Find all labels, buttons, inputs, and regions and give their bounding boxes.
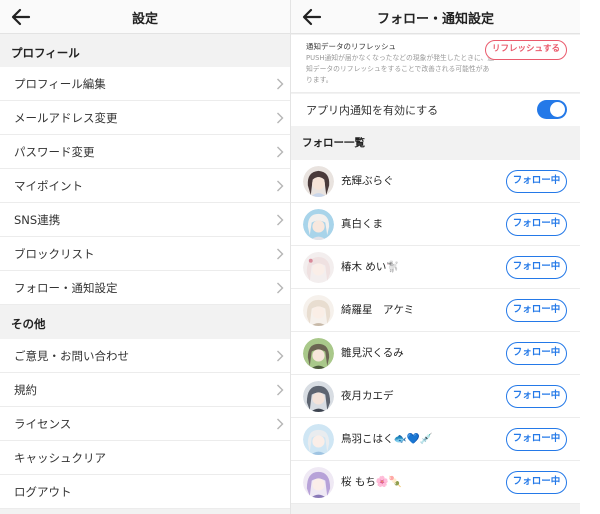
section-heading-other: その他 <box>0 305 290 339</box>
avatar <box>303 252 334 283</box>
settings-item-logout[interactable]: ログアウト <box>0 475 290 509</box>
chevron-right-icon <box>277 180 284 192</box>
settings-item-feedback[interactable]: ご意見・お問い合わせ <box>0 339 290 373</box>
follow-user-name: 綺羅星 アケミ <box>341 304 415 316</box>
avatar <box>303 295 334 326</box>
section-heading-profile: プロフィール <box>0 35 290 67</box>
following-button[interactable]: フォロー中 <box>506 471 567 494</box>
avatar <box>303 424 334 455</box>
settings-item-label: キャッシュクリア <box>14 451 106 465</box>
settings-item-sns-link[interactable]: SNS連携 <box>0 203 290 237</box>
in-app-notification-toggle[interactable] <box>537 100 567 119</box>
settings-header: 設定 <box>0 0 290 34</box>
avatar <box>303 381 334 412</box>
settings-item-password-change[interactable]: パスワード変更 <box>0 135 290 169</box>
following-button[interactable]: フォロー中 <box>506 342 567 365</box>
chevron-right-icon <box>277 282 284 294</box>
refresh-title: 通知データのリフレッシュ <box>306 42 396 51</box>
following-button[interactable]: フォロー中 <box>506 256 567 279</box>
follow-list-item[interactable]: 椿木 めい🐩 フォロー中 <box>291 246 580 289</box>
follow-list-item[interactable]: 雛見沢くるみ フォロー中 <box>291 332 580 375</box>
follow-notification-panel: フォロー・通知設定 通知データのリフレッシュ PUSH通知が届かなくなったなどの… <box>291 0 580 514</box>
chevron-right-icon <box>277 214 284 226</box>
chevron-right-icon <box>277 146 284 158</box>
chevron-right-icon <box>277 384 284 396</box>
settings-item-label: パスワード変更 <box>14 145 95 159</box>
toggle-knob <box>550 102 565 117</box>
follow-list-item[interactable]: 真白くま フォロー中 <box>291 203 580 246</box>
settings-item-label: 規約 <box>14 383 37 397</box>
chevron-right-icon <box>277 112 284 124</box>
following-button[interactable]: フォロー中 <box>506 299 567 322</box>
following-button[interactable]: フォロー中 <box>506 213 567 236</box>
page-title: 設定 <box>131 12 158 27</box>
follow-list-item[interactable]: 鳥羽こはく🐟💙💉 フォロー中 <box>291 418 580 461</box>
refresh-description: PUSH通知が届かなくなったなどの現象が発生したときに、通知データのリフレッシュ… <box>306 54 495 84</box>
follow-user-name: 真白くま <box>341 218 383 230</box>
follow-list-item[interactable]: 綺羅星 アケミ フォロー中 <box>291 289 580 332</box>
settings-item-block-list[interactable]: ブロックリスト <box>0 237 290 271</box>
follow-user-name: 充輝ぶらぐ <box>341 175 394 187</box>
refresh-button[interactable]: リフレッシュする <box>485 40 567 60</box>
settings-item-email-change[interactable]: メールアドレス変更 <box>0 101 290 135</box>
following-button[interactable]: フォロー中 <box>506 385 567 408</box>
right-margin <box>580 0 600 514</box>
avatar <box>303 467 334 498</box>
in-app-notification-row: アプリ内通知を有効にする <box>291 94 580 126</box>
follow-list-item[interactable]: 桜 もち🌸🍡 フォロー中 <box>291 461 580 504</box>
follow-user-name: 椿木 めい🐩 <box>341 261 400 273</box>
settings-item-label: プロフィール編集 <box>14 77 106 91</box>
settings-item-label: ログアウト <box>14 485 72 499</box>
settings-item-label: フォロー・通知設定 <box>14 281 118 295</box>
settings-item-label: ライセンス <box>14 417 72 431</box>
settings-panel: 設定 プロフィール プロフィール編集 メールアドレス変更 パスワード変更 マイポ… <box>0 0 290 514</box>
settings-item-label: メールアドレス変更 <box>14 111 118 125</box>
in-app-notification-label: アプリ内通知を有効にする <box>306 104 439 117</box>
settings-item-license[interactable]: ライセンス <box>0 407 290 441</box>
settings-item-follow-notification[interactable]: フォロー・通知設定 <box>0 271 290 305</box>
chevron-right-icon <box>277 350 284 362</box>
chevron-right-icon <box>277 418 284 430</box>
follow-user-name: 夜月カエデ <box>341 390 394 402</box>
follow-user-name: 桜 もち🌸🍡 <box>341 476 402 488</box>
settings-item-label: SNS連携 <box>14 213 61 227</box>
chevron-right-icon <box>277 248 284 260</box>
follow-list-heading: フォロー一覧 <box>291 126 580 160</box>
notification-refresh-section: 通知データのリフレッシュ PUSH通知が届かなくなったなどの現象が発生したときに… <box>291 35 580 93</box>
follow-user-name: 鳥羽こはく🐟💙💉 <box>341 433 433 445</box>
settings-item-terms[interactable]: 規約 <box>0 373 290 407</box>
settings-item-label: ご意見・お問い合わせ <box>14 349 129 363</box>
avatar <box>303 338 334 369</box>
settings-item-my-points[interactable]: マイポイント <box>0 169 290 203</box>
settings-item-profile-edit[interactable]: プロフィール編集 <box>0 67 290 101</box>
follow-list-item[interactable]: 夜月カエデ フォロー中 <box>291 375 580 418</box>
settings-item-cache-clear[interactable]: キャッシュクリア <box>0 441 290 475</box>
chevron-right-icon <box>277 78 284 90</box>
follow-notification-header: フォロー・通知設定 <box>291 0 580 34</box>
settings-item-label: マイポイント <box>14 179 83 193</box>
following-button[interactable]: フォロー中 <box>506 428 567 451</box>
follow-list-item[interactable]: 充輝ぶらぐ フォロー中 <box>291 160 580 203</box>
avatar <box>303 209 334 240</box>
avatar <box>303 166 334 197</box>
settings-item-label: ブロックリスト <box>14 247 95 261</box>
page-title: フォロー・通知設定 <box>376 12 494 27</box>
follow-user-name: 雛見沢くるみ <box>341 347 404 359</box>
following-button[interactable]: フォロー中 <box>506 170 567 193</box>
